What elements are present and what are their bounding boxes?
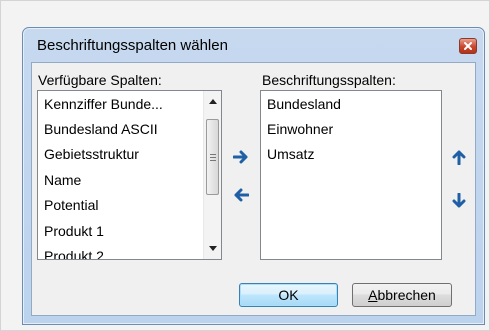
scroll-up-icon [208, 99, 217, 104]
label-columns-list[interactable]: Bundesland Einwohner Umsatz [260, 90, 442, 260]
scroll-down-button[interactable] [204, 240, 221, 257]
list-item[interactable]: Kennziffer Bunde... [44, 96, 163, 112]
list-item[interactable]: Bundesland ASCII [44, 121, 158, 137]
arrow-left-icon [234, 188, 249, 202]
move-down-button[interactable] [449, 191, 469, 211]
arrow-up-icon [452, 150, 466, 165]
scroll-down-icon [208, 246, 217, 251]
arrow-down-icon [452, 193, 466, 208]
title-bar[interactable]: Beschriftungsspalten wählen [23, 28, 484, 62]
available-columns-label: Verfügbare Spalten: [38, 72, 162, 88]
move-up-button[interactable] [449, 147, 469, 167]
add-column-button[interactable] [231, 147, 251, 167]
available-columns-list[interactable]: Kennziffer Bunde... Bundesland ASCII Geb… [37, 90, 222, 260]
list-item[interactable]: Name [44, 172, 81, 188]
cancel-button[interactable]: Abbrechen [352, 283, 452, 307]
remove-column-button[interactable] [231, 185, 251, 205]
vertical-scrollbar[interactable] [203, 91, 221, 259]
cancel-mnemonic: A [368, 287, 378, 303]
ok-button[interactable]: OK [239, 283, 338, 307]
list-item[interactable]: Produkt 1 [44, 223, 104, 239]
dialog-title: Beschriftungsspalten wählen [37, 37, 228, 54]
scrollbar-thumb[interactable] [206, 119, 219, 195]
list-item[interactable]: Bundesland [267, 96, 341, 112]
dialog-content: Verfügbare Spalten: Kennziffer Bunde... … [31, 62, 476, 316]
close-icon [464, 42, 472, 50]
list-item[interactable]: Potential [44, 197, 98, 213]
label-columns-label: Beschriftungsspalten: [262, 72, 396, 88]
dialog-window: Beschriftungsspalten wählen Verfügbare S… [22, 27, 485, 325]
list-item[interactable]: Gebietsstruktur [44, 146, 139, 162]
arrow-right-icon [233, 150, 248, 164]
cancel-label: bbrechen [377, 287, 436, 303]
close-button[interactable] [459, 38, 477, 54]
list-item[interactable]: Umsatz [267, 146, 314, 162]
list-item[interactable]: Einwohner [267, 121, 333, 137]
list-item[interactable]: Produkt 2 [44, 248, 104, 259]
scroll-up-button[interactable] [204, 93, 221, 110]
screenshot-frame: Beschriftungsspalten wählen Verfügbare S… [0, 0, 490, 331]
